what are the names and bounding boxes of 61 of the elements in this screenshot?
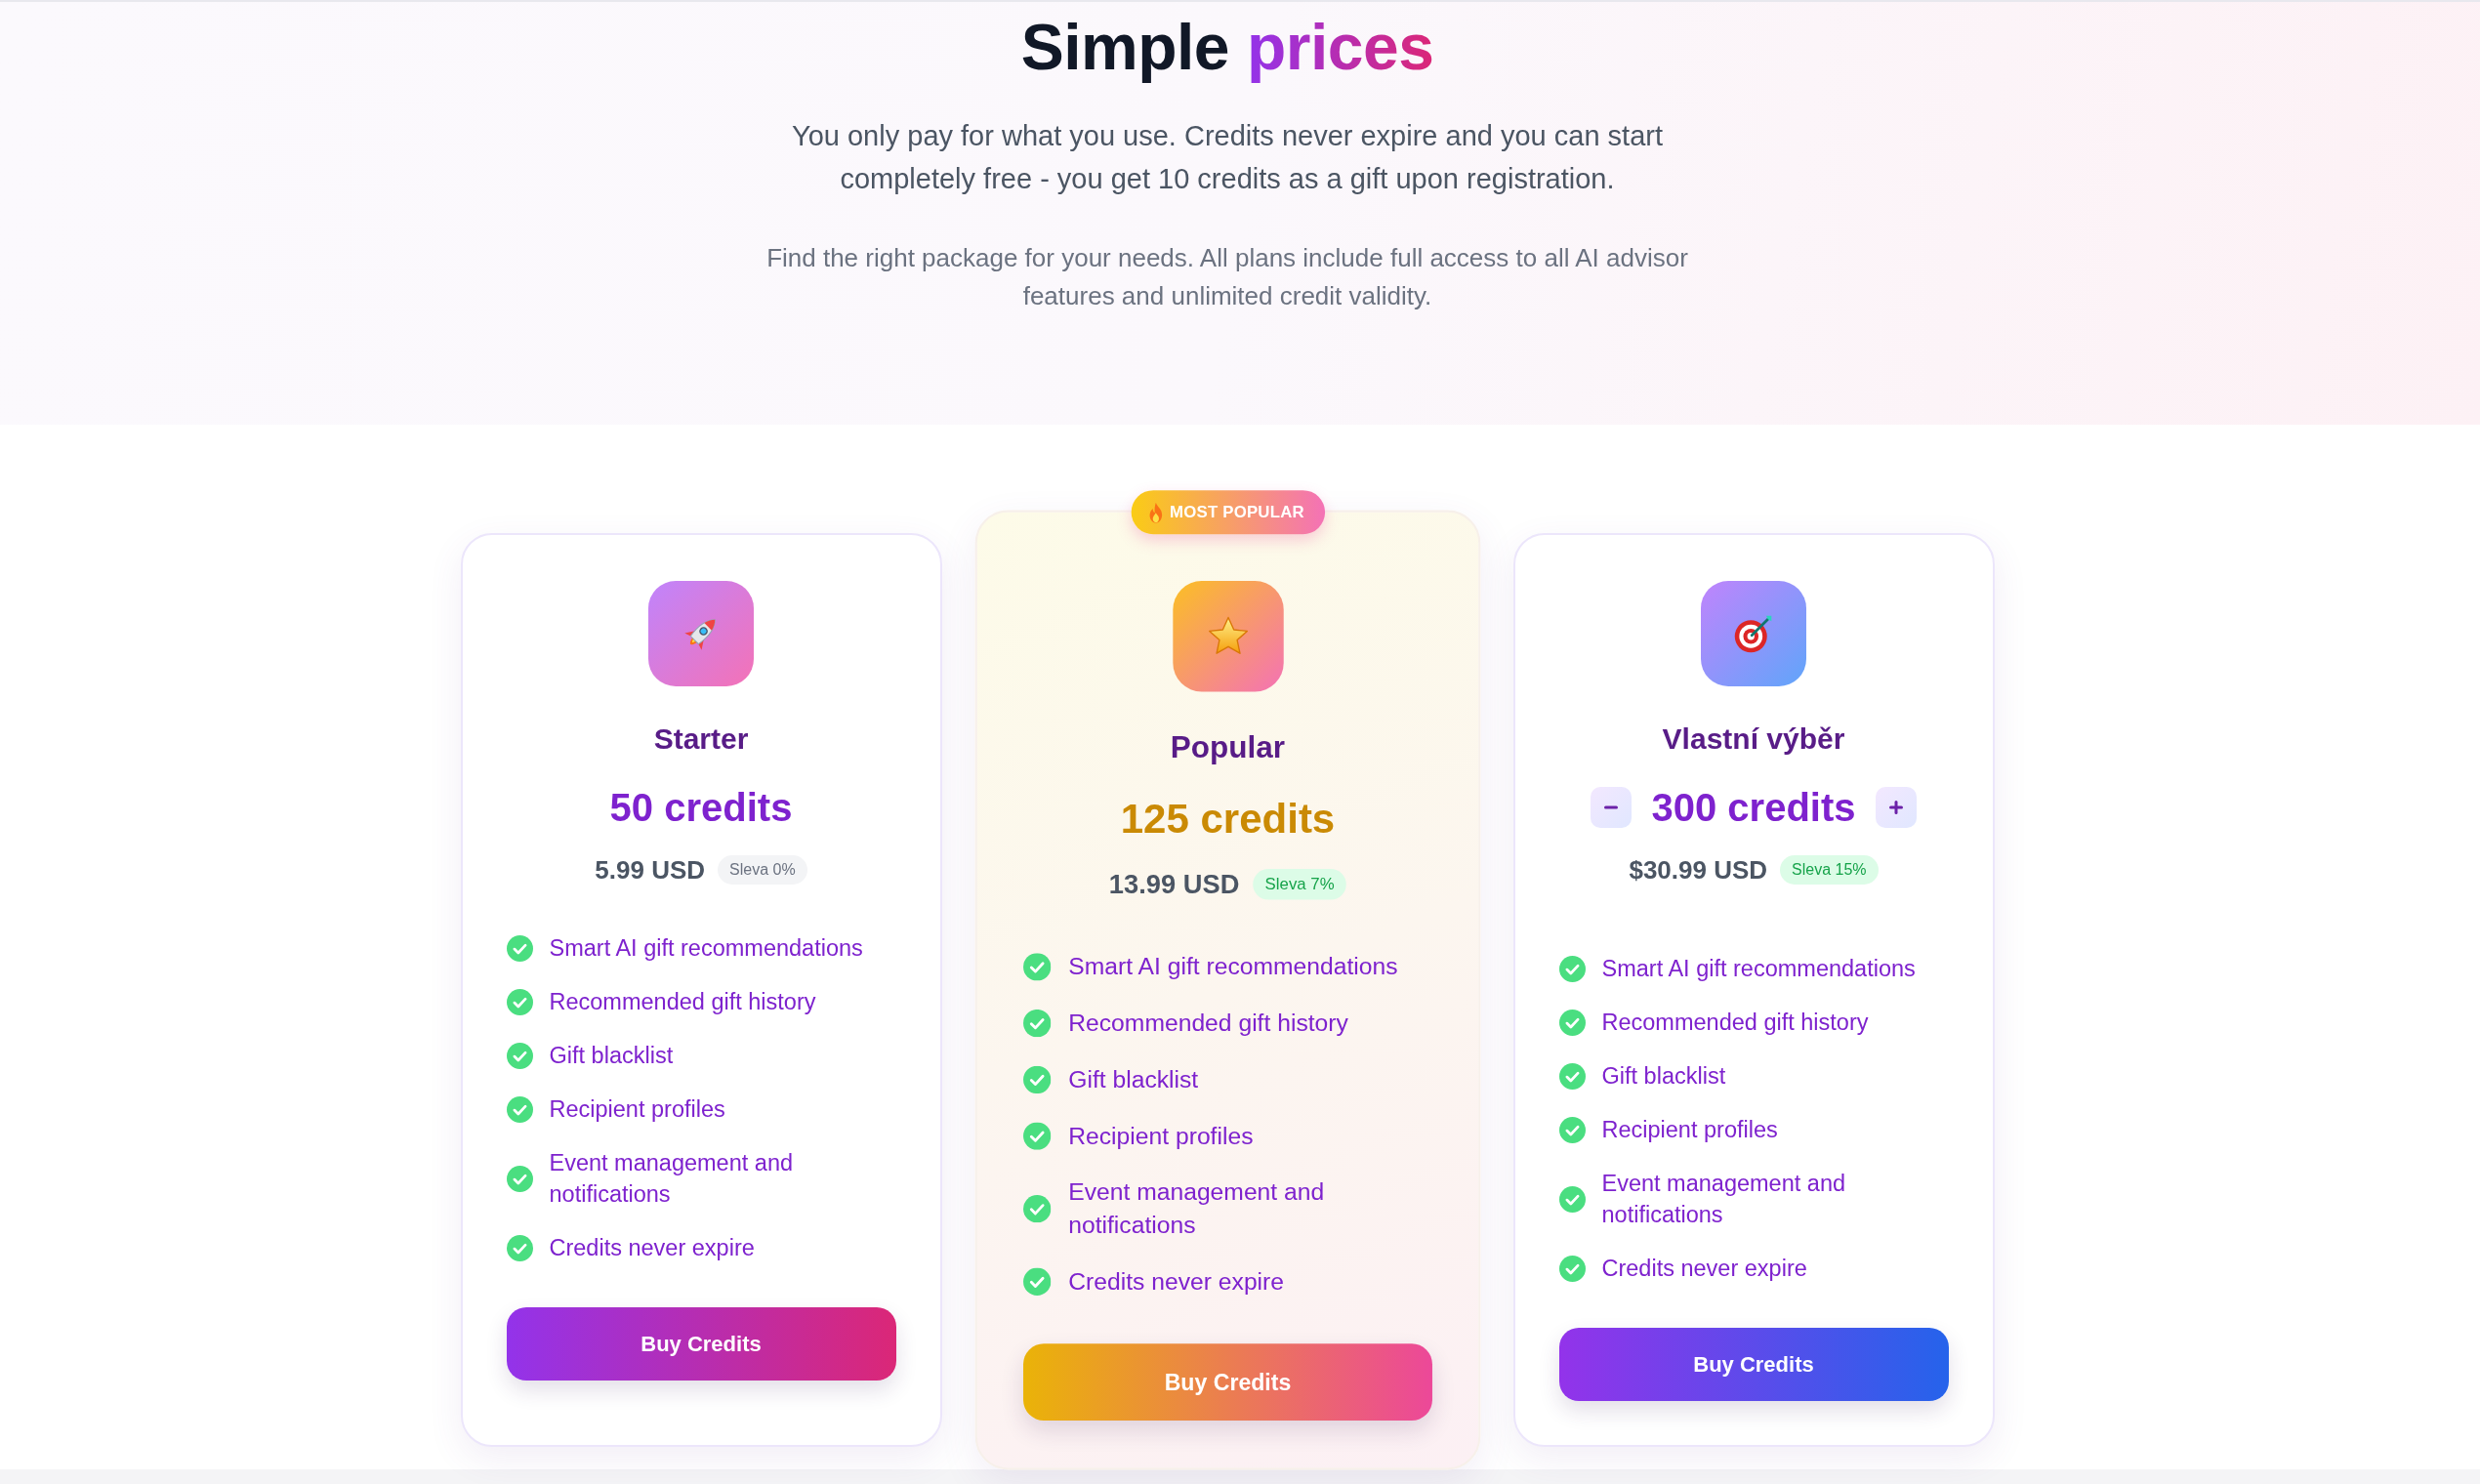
feature-text: Smart AI gift recommendations <box>549 934 863 963</box>
feature-text: Event management and notifications <box>549 1149 795 1209</box>
feature-text: Gift blacklist <box>1601 1062 1726 1091</box>
plan-price: 13.99 USD <box>1108 868 1239 902</box>
check-icon <box>1022 1065 1051 1093</box>
check-icon <box>506 1165 533 1192</box>
feature-text: Event management and notifications <box>1601 1170 1847 1229</box>
highlight-label: MOST POPULAR <box>1169 503 1304 522</box>
feature-text: Credits never expire <box>549 1234 755 1262</box>
feature-text: Recipient profiles <box>1601 1116 1778 1144</box>
feature-text: Smart AI gift recommendations <box>1601 955 1916 983</box>
minus-icon <box>1604 805 1619 809</box>
discount-badge: Sleva 0% <box>718 855 807 885</box>
feature-text: Credits never expire <box>1067 1266 1284 1297</box>
discount-badge: Sleva 15% <box>1780 855 1879 885</box>
check-icon <box>1022 1009 1051 1037</box>
description-text: Find the right package for your needs. All plans include full access to all AI advisor features and unlimited credit validity. <box>765 242 1689 312</box>
intro-text: You only pay for what you use. Credits never expire and you can start completely free - you get 10 credits as a gift upon registration. <box>791 119 1664 196</box>
plus-icon <box>1888 801 1903 814</box>
check-icon <box>1022 1121 1051 1150</box>
feature-text: Recommended gift history <box>549 988 816 1016</box>
plan-price: $30.99 USD <box>1629 854 1768 886</box>
increase-button[interactable] <box>1875 787 1917 828</box>
feature-text: Credits never expire <box>1601 1255 1807 1283</box>
buy-button[interactable]: Buy Credits <box>1558 1328 1949 1401</box>
feature-text: Recommended gift history <box>1067 1008 1348 1039</box>
check-icon <box>1558 1255 1586 1282</box>
target-icon <box>1701 581 1806 686</box>
check-icon <box>1558 1116 1586 1143</box>
feature-text: Recipient profiles <box>549 1095 725 1124</box>
buy-button[interactable]: Buy Credits <box>506 1307 896 1381</box>
page-title: Simple prices <box>1020 10 1434 84</box>
check-icon <box>1558 955 1586 982</box>
check-icon <box>1022 1194 1051 1222</box>
plan-name: Popular <box>1170 728 1285 766</box>
buy-button[interactable]: Buy Credits <box>1022 1343 1432 1421</box>
plan-name: Starter <box>653 721 749 757</box>
credit-amount: 50 credits <box>609 785 793 831</box>
check-icon <box>506 934 533 962</box>
check-icon <box>1558 1185 1586 1213</box>
check-icon <box>1558 1009 1586 1036</box>
feature-text: Gift blacklist <box>1067 1064 1198 1094</box>
check-icon <box>506 988 533 1015</box>
decrease-button[interactable] <box>1591 787 1633 828</box>
feature-text: Gift blacklist <box>549 1042 674 1070</box>
rocket-icon <box>648 581 754 686</box>
check-icon <box>506 1234 533 1261</box>
check-icon <box>1022 1267 1051 1296</box>
feature-text: Smart AI gift recommendations <box>1067 952 1398 982</box>
discount-badge: Sleva 7% <box>1252 869 1346 900</box>
credit-amount: 300 credits <box>1651 785 1856 831</box>
feature-text: Recommended gift history <box>1601 1009 1869 1037</box>
feature-text: Event management and notifications <box>1067 1177 1325 1241</box>
credit-amount: 125 credits <box>1120 795 1335 844</box>
plan-price: 5.99 USD <box>595 854 706 886</box>
feature-text: Recipient profiles <box>1067 1121 1253 1151</box>
check-icon <box>506 1042 533 1069</box>
check-icon <box>1022 952 1051 981</box>
check-icon <box>506 1095 533 1123</box>
check-icon <box>1558 1062 1586 1090</box>
plan-name: Vlastní výběr <box>1662 721 1845 757</box>
